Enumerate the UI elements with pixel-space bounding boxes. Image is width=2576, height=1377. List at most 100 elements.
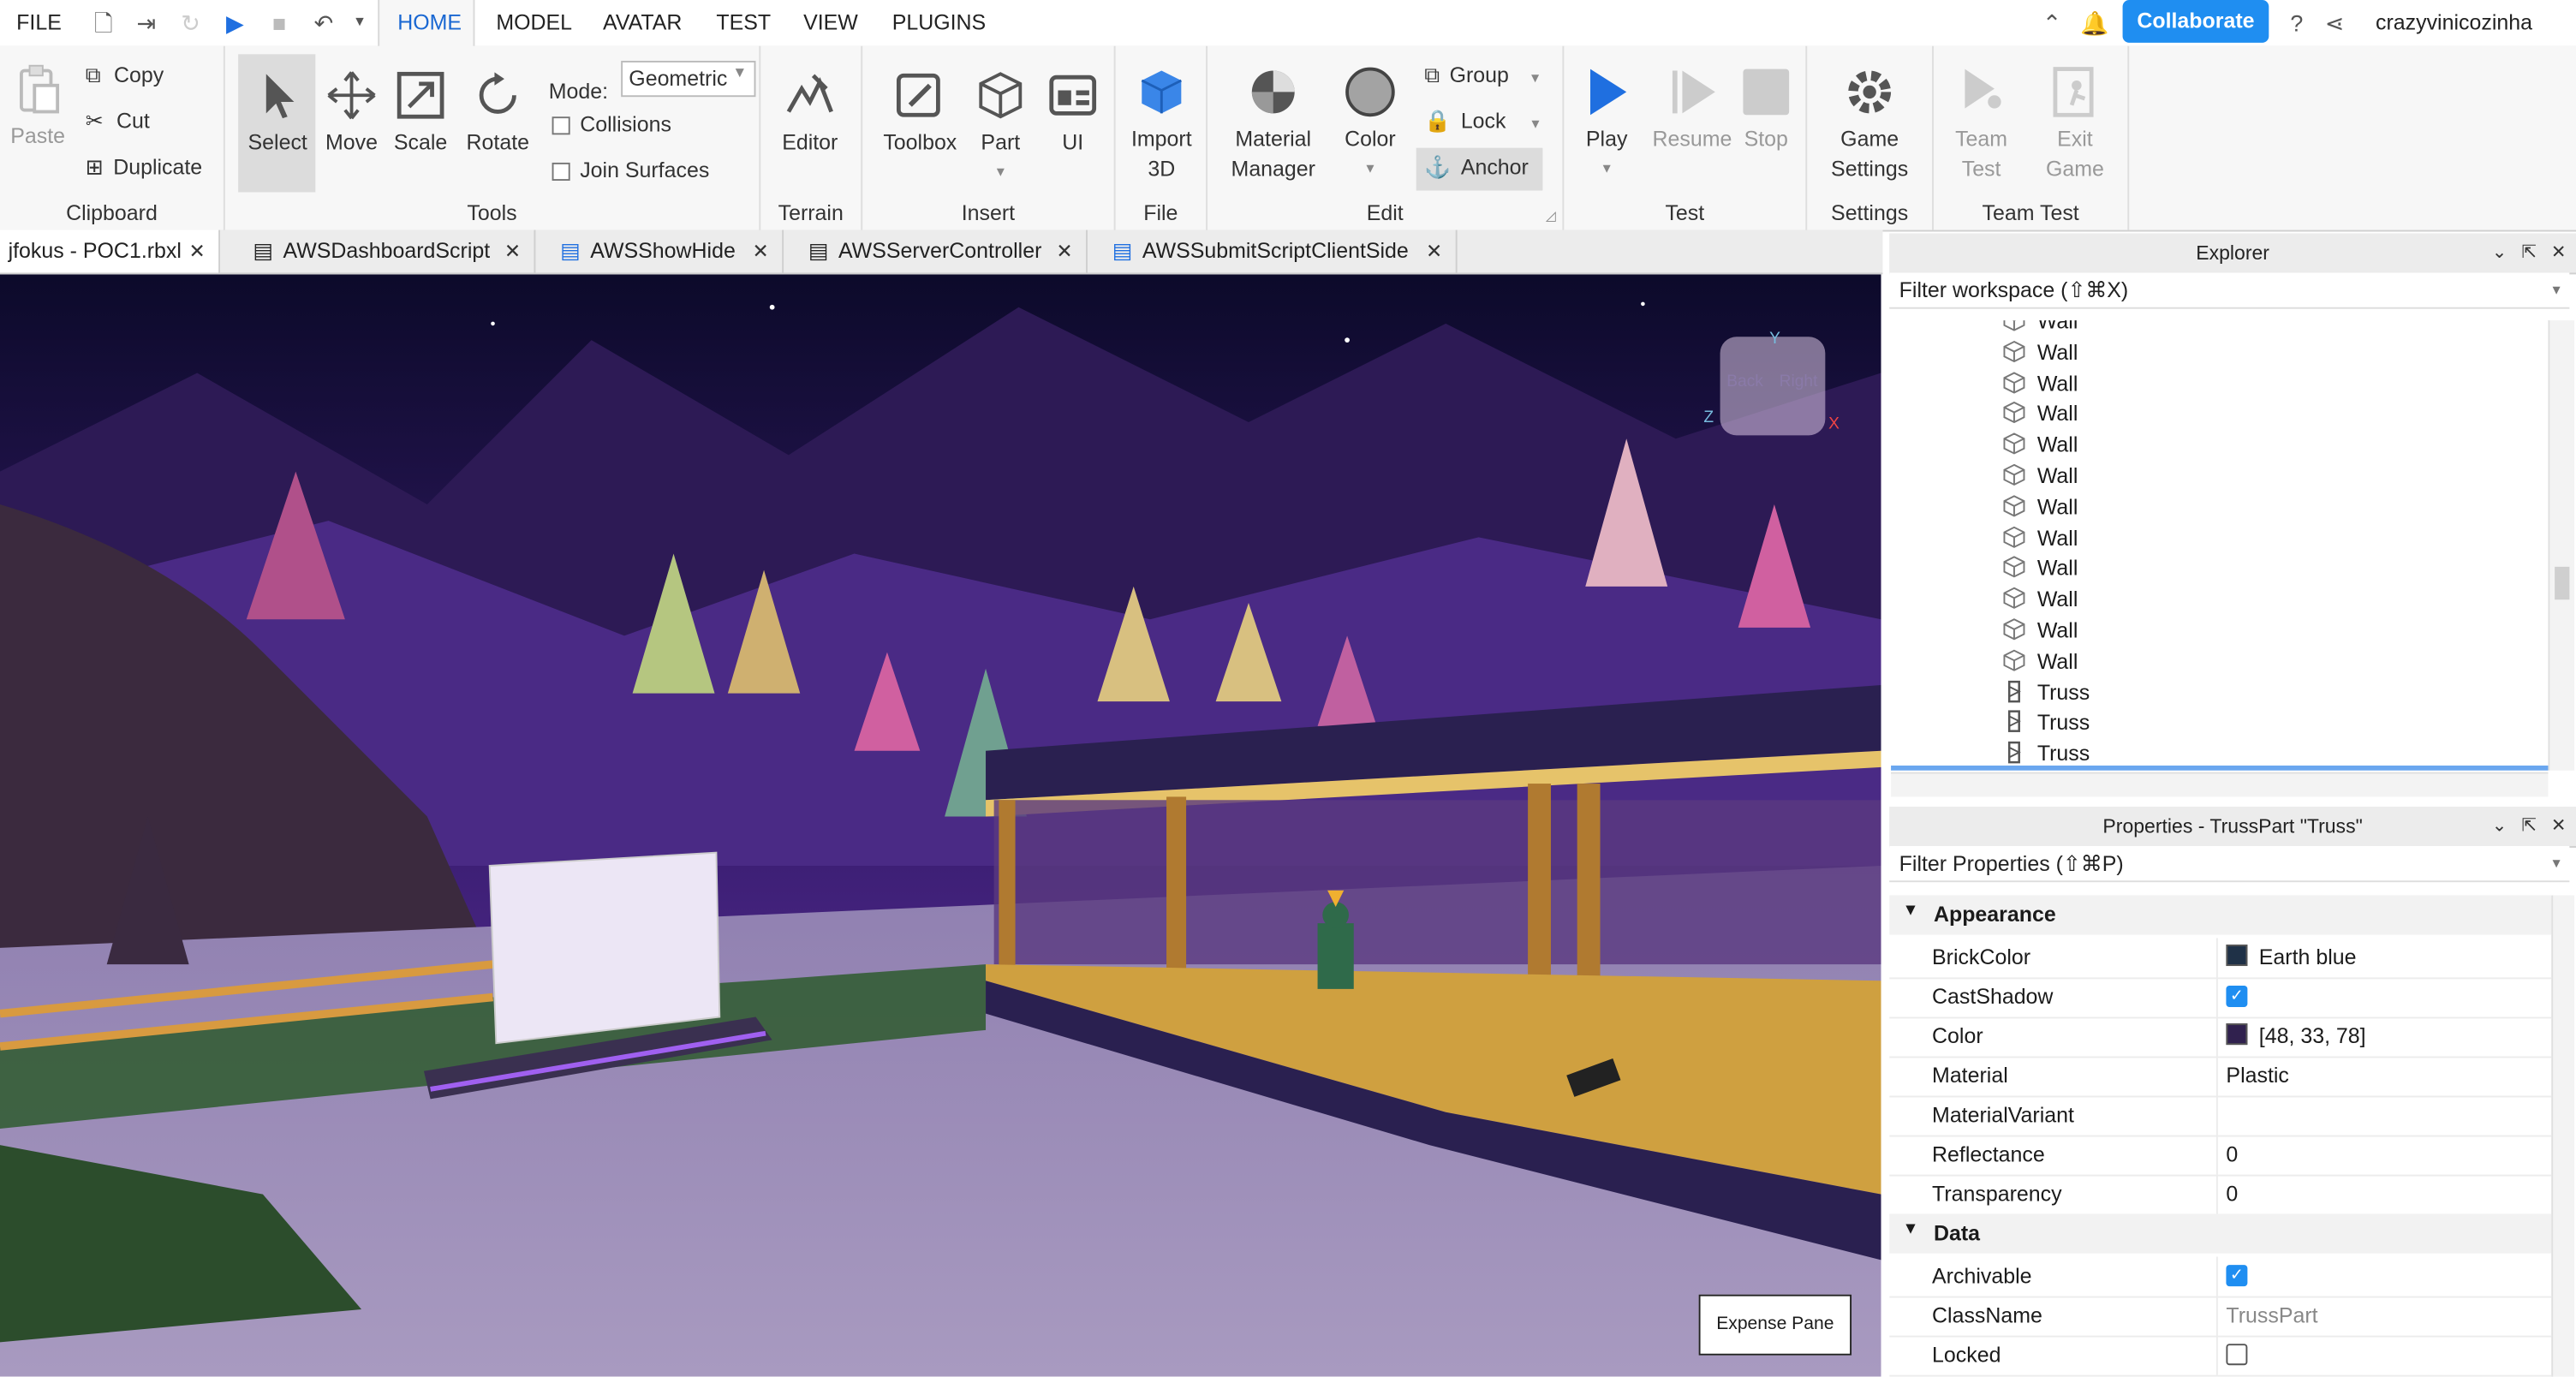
panel-undock-icon[interactable]: ⇱ xyxy=(2521,807,2537,846)
property-section-data[interactable]: ▼ Data xyxy=(1889,1213,2552,1254)
username[interactable]: crazyvinicozinha xyxy=(2376,10,2532,35)
close-icon[interactable]: ✕ xyxy=(753,230,769,273)
chevron-up-icon[interactable]: ⌃ xyxy=(2037,9,2067,39)
doc-tab-script[interactable]: ▤ AWSShowHide ✕ xyxy=(547,230,784,273)
paste-button[interactable]: Paste xyxy=(10,63,66,152)
undo-icon[interactable]: ↶ xyxy=(309,9,339,39)
doc-tab-script[interactable]: ▤ AWSSubmitScriptClientSide ✕ xyxy=(1099,230,1458,273)
doc-tab-place[interactable]: jfokus - POC1.rbxl ✕ xyxy=(0,230,221,273)
play-button[interactable]: Play ▼ xyxy=(1577,66,1637,184)
move-button[interactable]: Move xyxy=(324,69,379,158)
column-divider[interactable] xyxy=(2215,1016,2218,1057)
column-divider[interactable] xyxy=(2215,1335,2218,1375)
column-divider[interactable] xyxy=(2215,1095,2218,1136)
redo-icon[interactable]: ↻ xyxy=(176,9,206,39)
copy-button[interactable]: ⧉ Copy xyxy=(86,63,164,89)
column-divider[interactable] xyxy=(2215,938,2218,978)
toolbox-button[interactable]: Toolbox xyxy=(879,69,961,158)
color-swatch[interactable] xyxy=(2226,945,2248,967)
customize-icon[interactable]: ▾ xyxy=(345,9,375,39)
scale-button[interactable]: Scale xyxy=(392,69,448,158)
property-row-material[interactable]: Material Plastic xyxy=(1889,1056,2552,1098)
column-divider[interactable] xyxy=(2215,1296,2218,1336)
property-row-classname[interactable]: ClassName TrussPart xyxy=(1889,1296,2552,1338)
doc-tab-script[interactable]: ▤ AWSDashboardScript ✕ xyxy=(240,230,536,273)
properties-filter-input[interactable]: Filter Properties (⇧⌘P) ▼ xyxy=(1889,845,2570,883)
explorer-scrollbar[interactable] xyxy=(2548,320,2575,771)
property-value[interactable]: TrussPart xyxy=(2226,1302,2317,1327)
property-value[interactable]: Plastic xyxy=(2226,1063,2288,1088)
column-divider[interactable] xyxy=(2215,1135,2218,1175)
close-icon[interactable]: ✕ xyxy=(504,230,521,273)
property-value[interactable]: Earth blue xyxy=(2226,945,2356,969)
property-section-appearance[interactable]: ▼ Appearance xyxy=(1889,895,2552,935)
share-icon[interactable]: ⋖ xyxy=(2320,9,2350,39)
property-row-materialvariant[interactable]: MaterialVariant xyxy=(1889,1095,2552,1137)
close-icon[interactable]: ✕ xyxy=(1426,230,1442,273)
help-icon[interactable]: ? xyxy=(2282,9,2312,39)
collapse-triangle-icon[interactable]: ▼ xyxy=(1903,1220,1919,1238)
panel-menu-icon[interactable]: ⌄ xyxy=(2492,807,2507,846)
publish-icon[interactable]: ⇥ xyxy=(131,9,161,39)
import-3d-button[interactable]: Import 3D xyxy=(1125,66,1197,184)
close-icon[interactable]: ✕ xyxy=(1056,230,1072,273)
expense-pane-button[interactable]: Expense Pane xyxy=(1698,1294,1852,1356)
tab-plugins[interactable]: PLUGINS xyxy=(892,10,986,35)
part-chevron-icon[interactable]: ▼ xyxy=(971,158,1030,188)
stop-quick-icon[interactable]: ■ xyxy=(265,9,295,39)
collisions-toggle[interactable]: Collisions xyxy=(552,111,671,136)
column-divider[interactable] xyxy=(2215,1174,2218,1214)
collaborate-button[interactable]: Collaborate xyxy=(2122,0,2269,43)
play-quick-icon[interactable]: ▶ xyxy=(220,9,250,39)
properties-grid[interactable]: ▼ Appearance BrickColor Earth blue CastShado… xyxy=(1889,895,2552,1377)
game-settings-button[interactable]: Game Settings xyxy=(1823,66,1915,184)
property-row-brickcolor[interactable]: BrickColor Earth blue xyxy=(1889,938,2552,980)
team-test-button[interactable]: Team Test xyxy=(1947,66,2016,184)
material-manager-button[interactable]: Material Manager xyxy=(1224,66,1322,184)
property-value[interactable]: 0 xyxy=(2226,1181,2238,1206)
terrain-editor-button[interactable]: Editor xyxy=(774,69,846,158)
exit-game-button[interactable]: Exit Game xyxy=(2039,66,2111,184)
column-divider[interactable] xyxy=(2215,1256,2218,1297)
property-value[interactable]: 0 xyxy=(2226,1142,2238,1166)
duplicate-button[interactable]: ⊞ Duplicate xyxy=(86,154,202,181)
new-file-icon[interactable]: 🗋 xyxy=(89,9,119,39)
column-divider[interactable] xyxy=(2215,1056,2218,1096)
doc-tab-script[interactable]: ▤ AWSServerController ✕ xyxy=(796,230,1088,273)
close-icon[interactable]: ✕ xyxy=(188,230,205,273)
panel-undock-icon[interactable]: ⇱ xyxy=(2521,233,2537,272)
cut-button[interactable]: ✂ Cut xyxy=(86,109,150,135)
filter-dropdown-icon[interactable]: ▼ xyxy=(2550,846,2563,882)
collisions-checkbox[interactable] xyxy=(552,116,570,135)
ui-button[interactable]: UI xyxy=(1043,69,1102,158)
join-surfaces-toggle[interactable]: Join Surfaces xyxy=(552,158,709,182)
tab-test[interactable]: TEST xyxy=(716,10,771,35)
panel-close-icon[interactable]: ✕ xyxy=(2551,807,2567,846)
properties-scrollbar[interactable] xyxy=(2551,895,2575,1377)
explorer-tree[interactable]: Wall Wall Wall Wall Wall Wall Wall Wall Wall Wall… xyxy=(1891,320,2549,767)
group-button[interactable]: ⧉ Group ▼ xyxy=(1424,63,1541,89)
join-surfaces-checkbox[interactable] xyxy=(552,163,570,182)
lock-button[interactable]: 🔒 Lock ▼ xyxy=(1424,109,1541,135)
resume-button[interactable]: Resume xyxy=(1649,66,1735,155)
group-chevron-icon[interactable]: ▼ xyxy=(1529,70,1541,85)
property-row-color[interactable]: Color [48, 33, 78] xyxy=(1889,1016,2552,1058)
view-cube[interactable]: Back Right Y Z X xyxy=(1703,331,1840,436)
file-menu[interactable]: FILE xyxy=(16,10,62,35)
property-checkbox-checked[interactable]: ✓ xyxy=(2226,986,2248,1007)
part-button[interactable]: Part ▼ xyxy=(971,69,1030,188)
rotate-button[interactable]: Rotate xyxy=(465,69,531,158)
lock-chevron-icon[interactable]: ▼ xyxy=(1529,116,1541,131)
explorer-filter-input[interactable]: Filter workspace (⇧⌘X) ▼ xyxy=(1889,272,2570,309)
view-cube-left-face[interactable]: Back xyxy=(1726,373,1763,390)
select-button[interactable]: Select xyxy=(245,69,311,158)
play-chevron-icon[interactable]: ▼ xyxy=(1577,154,1637,184)
property-row-reflectance[interactable]: Reflectance 0 xyxy=(1889,1135,2552,1177)
anchor-button[interactable]: ⚓ Anchor xyxy=(1424,154,1529,181)
tab-home[interactable]: HOME xyxy=(397,10,462,35)
property-checkbox-checked[interactable]: ✓ xyxy=(2226,1265,2248,1287)
stop-button[interactable]: Stop xyxy=(1738,66,1794,155)
panel-close-icon[interactable]: ✕ xyxy=(2551,233,2567,272)
tab-avatar[interactable]: AVATAR xyxy=(603,10,682,35)
column-divider[interactable] xyxy=(2215,977,2218,1017)
